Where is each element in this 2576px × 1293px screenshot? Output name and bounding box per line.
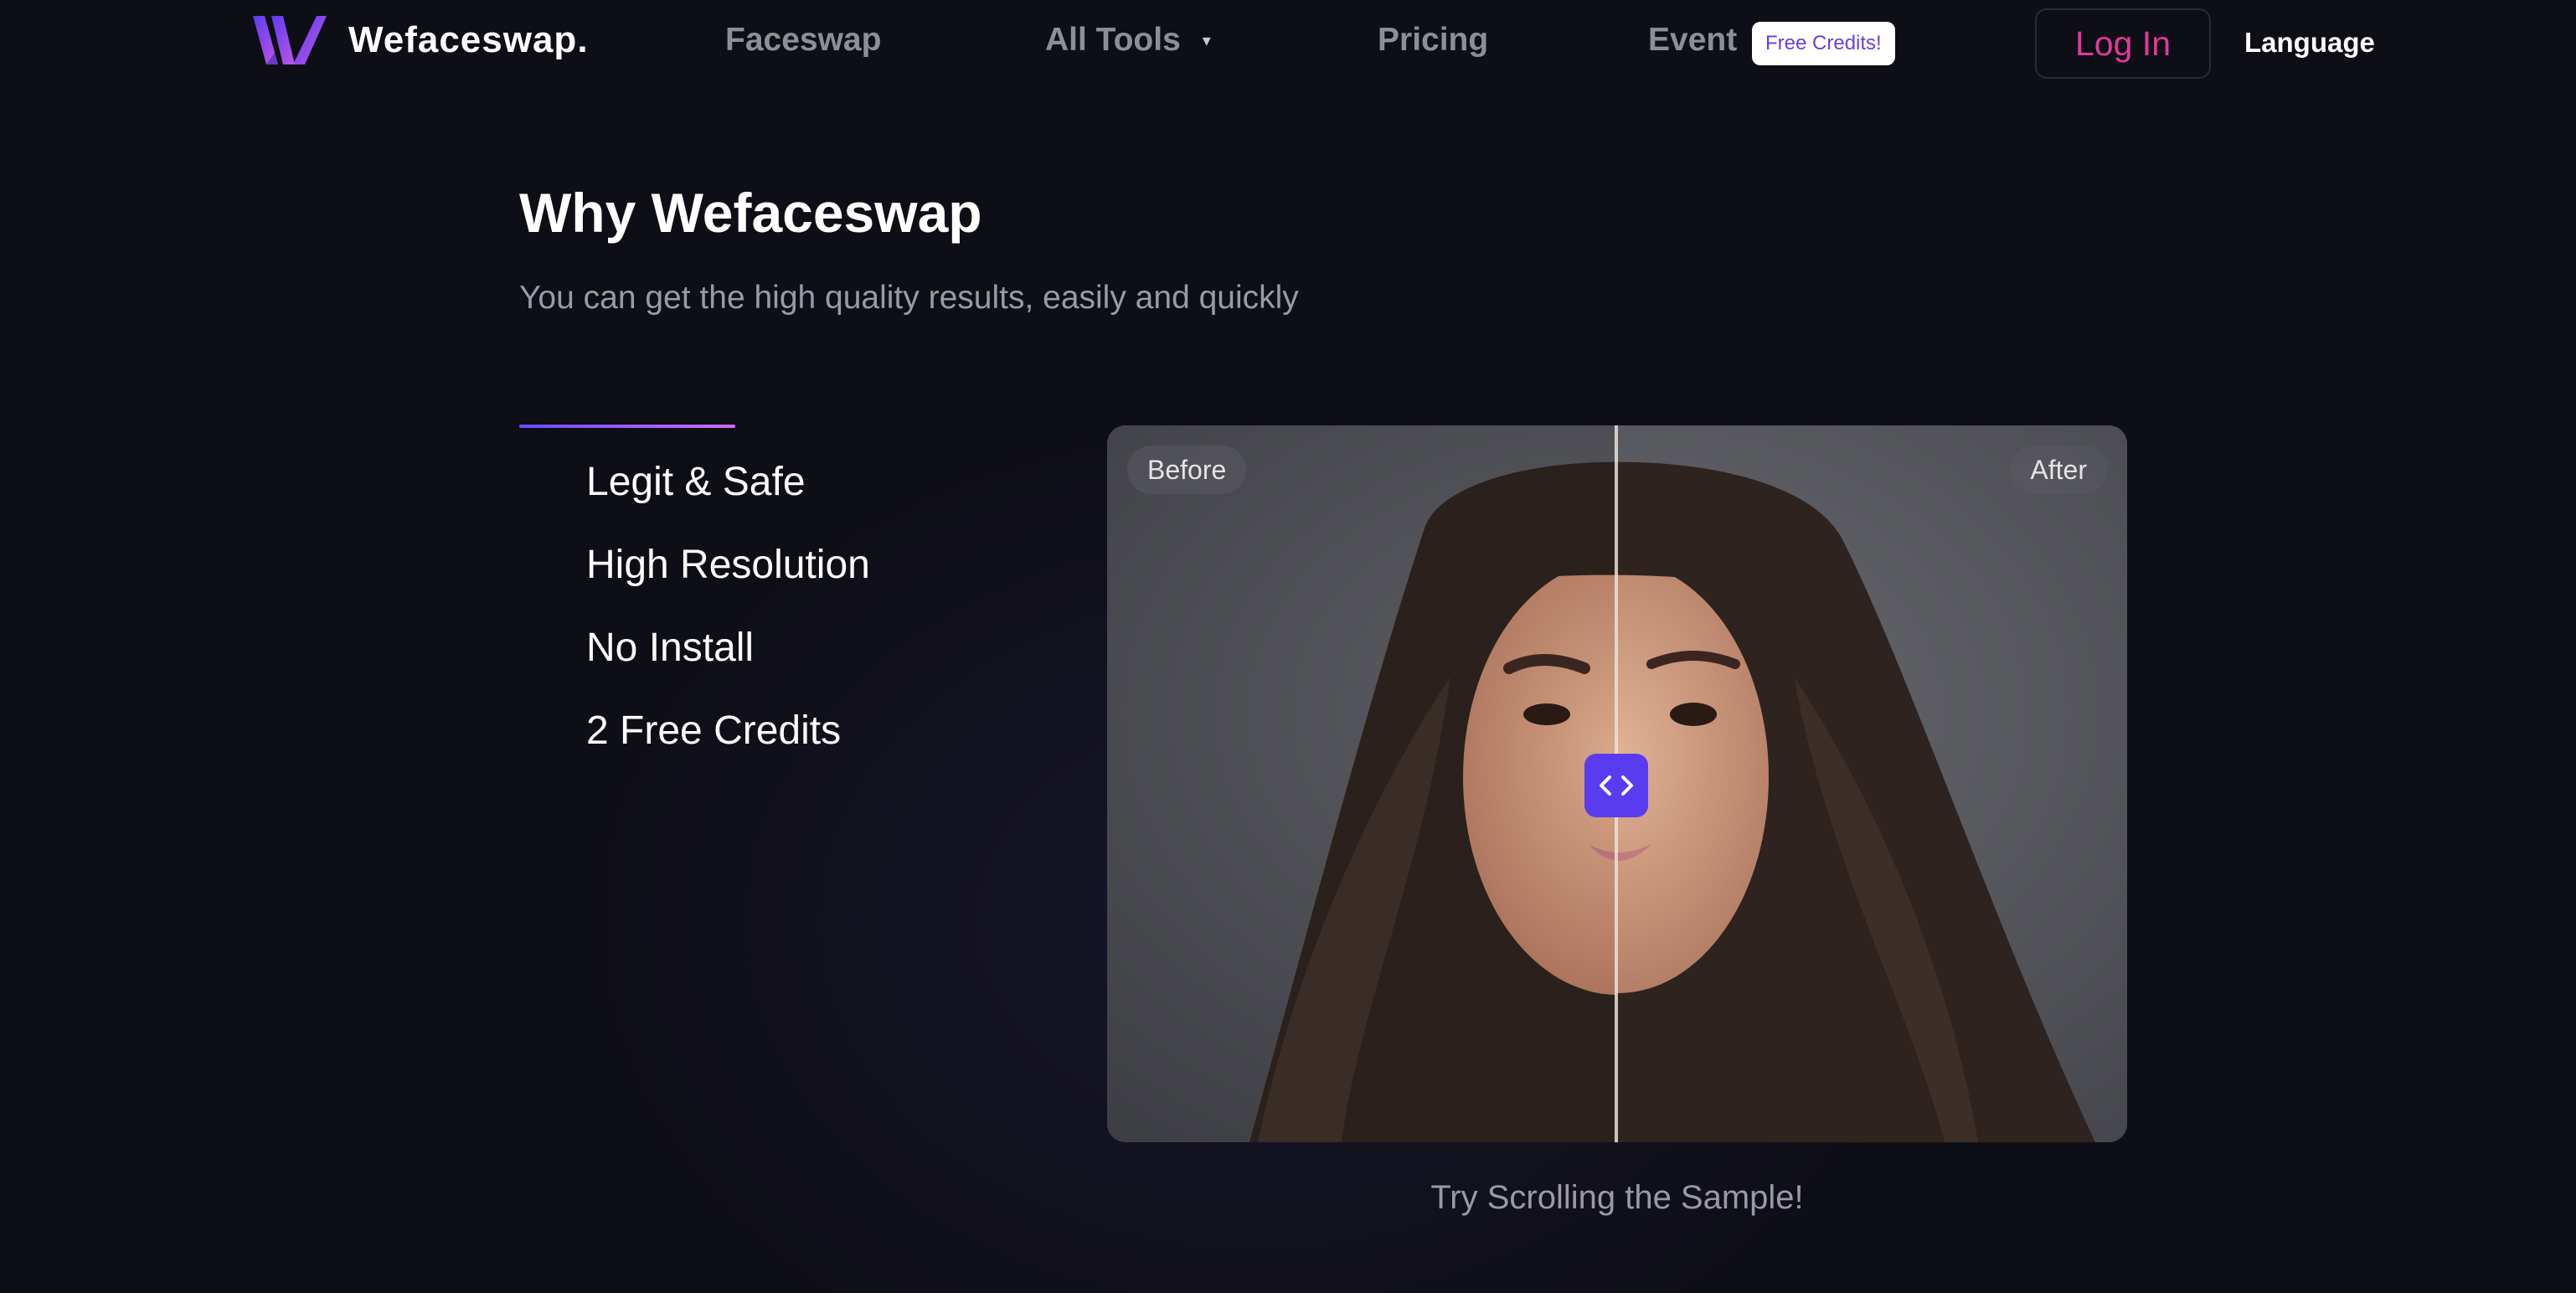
caret-down-icon: ▾ bbox=[1202, 31, 1211, 50]
left-right-arrows-icon bbox=[1600, 775, 1633, 796]
brand-name: Wefaceswap. bbox=[348, 19, 589, 60]
nav-link-faceswap[interactable]: Faceswap bbox=[725, 22, 881, 59]
feature-item-free-credits[interactable]: 2 Free Credits bbox=[586, 708, 870, 791]
login-button[interactable]: Log In bbox=[2035, 8, 2211, 79]
nav-link-event[interactable]: Event bbox=[1648, 22, 1737, 59]
feature-list: Legit & Safe High Resolution No Install … bbox=[586, 459, 870, 791]
free-credits-badge[interactable]: Free Credits! bbox=[1752, 22, 1895, 65]
before-image bbox=[1107, 425, 1616, 1142]
active-feature-indicator bbox=[519, 425, 735, 428]
language-selector[interactable]: Language bbox=[2244, 27, 2375, 59]
brand-logo[interactable]: Wefaceswap. bbox=[250, 12, 589, 69]
before-label: Before bbox=[1127, 446, 1247, 494]
feature-item-no-install[interactable]: No Install bbox=[586, 625, 870, 708]
nav-link-all-tools[interactable]: All Tools ▾ bbox=[1045, 22, 1211, 59]
before-after-slider[interactable]: Before After bbox=[1107, 425, 2127, 1142]
nav-link-all-tools-label: All Tools bbox=[1045, 22, 1181, 58]
top-navbar: Wefaceswap. Faceswap All Tools ▾ Pricing… bbox=[0, 0, 2576, 87]
after-label: After bbox=[2010, 446, 2107, 494]
section-title: Why Wefaceswap bbox=[519, 182, 982, 244]
logo-w-icon bbox=[253, 16, 327, 64]
section-subtitle: You can get the high quality results, ea… bbox=[519, 280, 1299, 316]
after-image bbox=[1616, 425, 2127, 1142]
page: Wefaceswap. Faceswap All Tools ▾ Pricing… bbox=[0, 0, 2576, 1293]
nav-link-pricing[interactable]: Pricing bbox=[1378, 22, 1488, 59]
feature-item-high-resolution[interactable]: High Resolution bbox=[586, 542, 870, 625]
slider-handle[interactable] bbox=[1584, 754, 1648, 817]
feature-item-legit-safe[interactable]: Legit & Safe bbox=[586, 459, 870, 542]
compare-hint: Try Scrolling the Sample! bbox=[1430, 1179, 1804, 1216]
